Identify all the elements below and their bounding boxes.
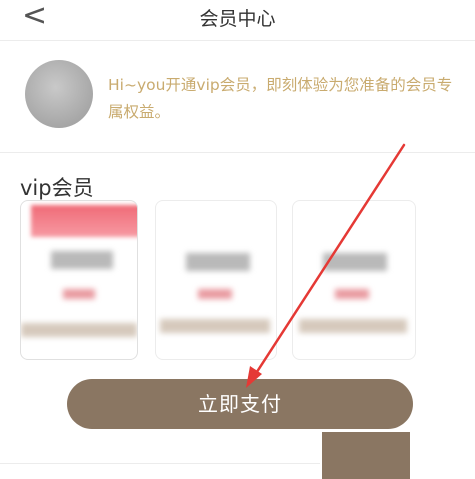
plan-card-2[interactable] [155, 200, 277, 360]
header-bar: < 会员中心 [0, 0, 475, 41]
plan-price-blurred [63, 289, 95, 299]
plan-desc-blurred [21, 323, 137, 337]
vip-promo-text: Hi~you开通vip会员，即刻体验为您准备的会员专属权益。 [108, 76, 453, 121]
plan-name-blurred [51, 251, 113, 269]
divider [0, 463, 320, 464]
plan-desc-blurred [160, 319, 270, 333]
plan-badge [31, 205, 137, 237]
vip-section-title: vip会员 [20, 176, 94, 200]
plan-name-blurred [323, 253, 387, 271]
background-block [322, 432, 410, 479]
plan-card-3[interactable] [292, 200, 416, 360]
plan-price-blurred [198, 289, 232, 299]
plan-name-blurred [186, 253, 250, 271]
plan-price-blurred [335, 289, 369, 299]
page-title: 会员中心 [199, 8, 276, 30]
pay-now-button[interactable]: 立即支付 [67, 379, 413, 429]
plan-card-1[interactable] [20, 200, 138, 360]
avatar [25, 60, 93, 128]
plan-desc-blurred [299, 319, 407, 333]
divider [0, 152, 475, 153]
